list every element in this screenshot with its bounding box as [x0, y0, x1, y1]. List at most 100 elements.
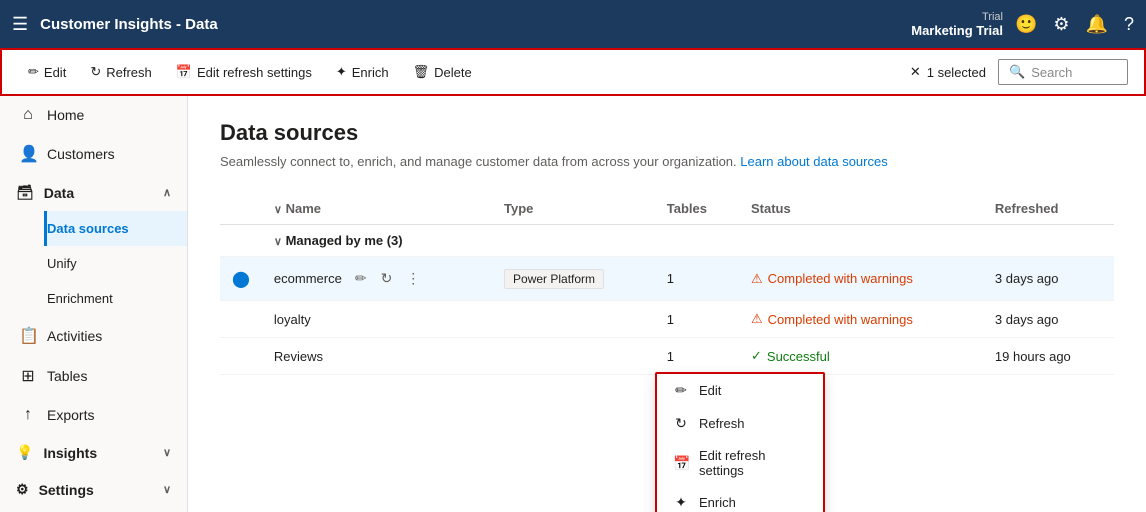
- sidebar-insights-label: Insights: [43, 445, 97, 461]
- row-refresh-button[interactable]: ↻: [376, 267, 398, 290]
- sidebar-settings-label: Settings: [39, 482, 94, 498]
- row-checkbox[interactable]: [220, 301, 262, 338]
- row-checkbox[interactable]: [220, 338, 262, 375]
- col-status: Status: [739, 193, 983, 225]
- sidebar-item-tables[interactable]: ⊞ Tables: [0, 356, 187, 396]
- row-tables: 1: [655, 301, 739, 338]
- sidebar-item-data-sources[interactable]: Data sources: [44, 211, 187, 246]
- sidebar: ⌂ Home 👤 Customers 🗃 Data ∧ Data sources…: [0, 96, 188, 512]
- delete-icon: 🗑: [413, 64, 430, 80]
- selected-info: ✕ 1 selected: [910, 64, 986, 80]
- data-chevron-icon: ∧: [163, 186, 171, 199]
- enrich-button[interactable]: ✦ Enrich: [326, 59, 399, 85]
- col-tables: Tables: [655, 193, 739, 225]
- sidebar-item-customers[interactable]: 👤 Customers: [0, 134, 187, 174]
- sidebar-settings-section[interactable]: ⚙ Settings ∨: [0, 471, 187, 508]
- learn-more-link[interactable]: Learn about data sources: [740, 154, 887, 169]
- status-warning: ⚠ Completed with warnings: [751, 311, 971, 327]
- table-row[interactable]: ⬤ ecommerce ✏ ↻ ⋮ Power Pl: [220, 257, 1114, 301]
- row-type: [492, 338, 655, 375]
- sidebar-exports-label: Exports: [47, 407, 94, 423]
- row-more-button[interactable]: ⋮: [401, 267, 425, 290]
- group-header-managed: ∨ Managed by me (3): [220, 225, 1114, 257]
- customers-icon: 👤: [19, 144, 37, 164]
- sidebar-tables-label: Tables: [47, 368, 87, 384]
- sidebar-item-enrichment[interactable]: Enrichment: [44, 281, 187, 316]
- activities-icon: 📋: [19, 326, 37, 346]
- status-warning: ⚠ Completed with warnings: [751, 271, 971, 287]
- row-type: Power Platform: [492, 257, 655, 301]
- trial-badge: Trial Marketing Trial: [911, 11, 1003, 38]
- context-edit-refresh-label: Edit refresh settings: [699, 448, 807, 478]
- row-edit-button[interactable]: ✏: [350, 267, 372, 290]
- col-type: Type: [492, 193, 655, 225]
- action-bar-left: ✏ Edit ↻ Refresh 📅 Edit refresh settings…: [18, 59, 906, 85]
- settings-icon[interactable]: ⚙: [1053, 14, 1069, 35]
- edit-icon: ✏: [28, 64, 39, 80]
- col-checkbox: [220, 193, 262, 225]
- row-refreshed: 3 days ago: [983, 301, 1114, 338]
- context-menu-item-enrich[interactable]: ✦ Enrich: [657, 486, 823, 512]
- content-area: Data sources Seamlessly connect to, enri…: [188, 96, 1146, 512]
- sidebar-item-activities[interactable]: 📋 Activities: [0, 316, 187, 356]
- sidebar-item-home[interactable]: ⌂ Home: [0, 96, 187, 134]
- trial-label: Trial: [982, 11, 1003, 23]
- row-name: loyalty: [262, 301, 492, 338]
- edit-refresh-button[interactable]: 📅 Edit refresh settings: [166, 59, 322, 85]
- table-row[interactable]: Reviews 1 ✓ Successful 19 hours ago: [220, 338, 1114, 375]
- sidebar-customers-label: Customers: [47, 146, 115, 162]
- enrich-label: Enrich: [352, 65, 389, 80]
- delete-label: Delete: [434, 65, 472, 80]
- context-menu-item-edit[interactable]: ✏ Edit: [657, 374, 823, 407]
- refresh-label: Refresh: [106, 65, 152, 80]
- top-nav: ☰ Customer Insights - Data Trial Marketi…: [0, 0, 1146, 48]
- search-icon: 🔍: [1009, 64, 1025, 80]
- insights-chevron-icon: ∨: [163, 446, 171, 459]
- row-actions: ✏ ↻ ⋮: [350, 267, 425, 290]
- sidebar-unify-label: Unify: [47, 256, 77, 271]
- settings-chevron-icon: ∨: [163, 483, 171, 496]
- status-success: ✓ Successful: [751, 348, 971, 364]
- context-menu-item-edit-refresh[interactable]: 📅 Edit refresh settings: [657, 440, 823, 486]
- sidebar-item-unify[interactable]: Unify: [44, 246, 187, 281]
- search-placeholder: Search: [1031, 65, 1072, 80]
- app-title: Customer Insights - Data: [40, 16, 899, 33]
- page-title: Data sources: [220, 120, 1114, 146]
- sidebar-insights-section[interactable]: 💡 Insights ∨: [0, 434, 187, 471]
- user-icon[interactable]: 🙂: [1015, 14, 1037, 35]
- group-chevron-icon[interactable]: ∨: [274, 236, 282, 248]
- context-edit-label: Edit: [699, 383, 721, 398]
- help-icon[interactable]: ?: [1124, 14, 1134, 35]
- row-status: ✓ Successful: [739, 338, 983, 375]
- context-enrich-label: Enrich: [699, 495, 736, 510]
- edit-button[interactable]: ✏ Edit: [18, 59, 76, 85]
- context-menu-item-refresh[interactable]: ↻ Refresh: [657, 407, 823, 440]
- table-row[interactable]: loyalty 1 ⚠ Completed with warnings 3 da…: [220, 301, 1114, 338]
- data-icon: 🗃: [16, 184, 34, 201]
- bell-icon[interactable]: 🔔: [1086, 14, 1108, 35]
- context-edit-icon: ✏: [673, 382, 689, 399]
- col-name: ∨ Name: [262, 193, 492, 225]
- refresh-button[interactable]: ↻ Refresh: [80, 59, 161, 85]
- hamburger-icon[interactable]: ☰: [12, 14, 28, 35]
- sidebar-item-exports[interactable]: ↑ Exports: [0, 396, 187, 434]
- delete-button[interactable]: 🗑 Delete: [403, 59, 482, 85]
- group-label: ∨ Managed by me (3): [262, 225, 1114, 257]
- warning-icon: ⚠: [751, 271, 763, 287]
- context-menu: ✏ Edit ↻ Refresh 📅 Edit refresh settings…: [655, 372, 825, 512]
- sidebar-data-section[interactable]: 🗃 Data ∧: [0, 174, 187, 211]
- power-platform-badge: Power Platform: [504, 269, 604, 289]
- page-desc-text: Seamlessly connect to, enrich, and manag…: [220, 154, 737, 169]
- sidebar-data-sources-label: Data sources: [47, 221, 129, 236]
- close-selected-icon[interactable]: ✕: [910, 64, 921, 80]
- tables-icon: ⊞: [19, 366, 37, 386]
- action-bar: ✏ Edit ↻ Refresh 📅 Edit refresh settings…: [0, 48, 1146, 96]
- row-tables: 1: [655, 257, 739, 301]
- enrich-icon: ✦: [336, 64, 347, 80]
- warning-icon: ⚠: [751, 311, 763, 327]
- row-tables: 1: [655, 338, 739, 375]
- ecommerce-name: ecommerce: [274, 271, 342, 286]
- context-enrich-icon: ✦: [673, 494, 689, 511]
- search-box[interactable]: 🔍 Search: [998, 59, 1128, 85]
- row-checkbox[interactable]: ⬤: [220, 257, 262, 301]
